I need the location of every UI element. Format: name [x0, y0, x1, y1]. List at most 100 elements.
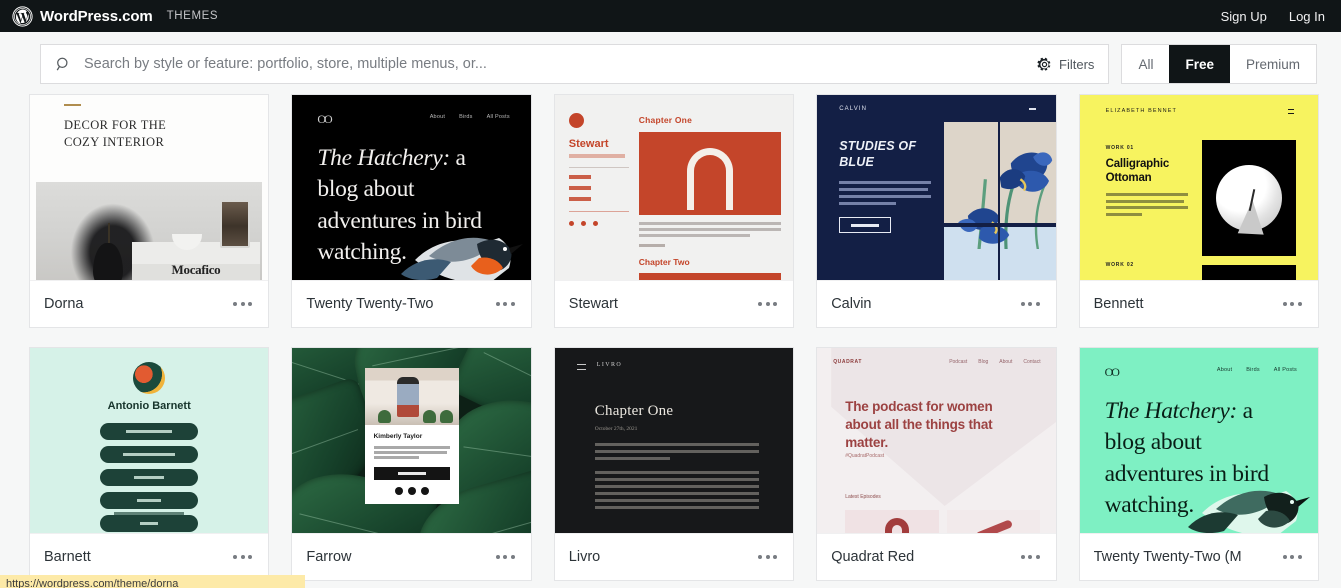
accent-dash — [64, 104, 81, 106]
preview-artwork — [638, 132, 782, 215]
site-name: Stewart — [568, 138, 609, 150]
tier-filter-premium[interactable]: Premium — [1230, 45, 1316, 83]
preview-nav: Podcast Blog About Contact — [949, 359, 1040, 365]
theme-card-livro[interactable]: LIVRO Chapter One October 27th, 2021 Liv… — [553, 347, 795, 581]
ellipsis-icon[interactable] — [756, 549, 779, 565]
preview-heading: Calligraphic Ottoman — [1105, 158, 1170, 185]
ellipsis-icon[interactable] — [1019, 296, 1042, 312]
theme-preview-barnett[interactable]: Antonio Barnett — [30, 348, 269, 533]
filters-button[interactable]: Filters — [1027, 57, 1100, 72]
ellipsis-icon[interactable] — [494, 549, 517, 565]
ellipsis-icon[interactable] — [1019, 549, 1042, 565]
theme-preview-twenty-twenty-two[interactable]: OO About Birds All Posts The Hatchery: a… — [292, 95, 531, 280]
menu-icon — [1028, 108, 1036, 110]
brand-section: THEMES — [166, 10, 219, 22]
preview-heading: STUDIES OF BLUE — [839, 139, 917, 169]
chapter-heading: Chapter One — [638, 115, 693, 125]
card-footer: Dorna — [30, 280, 269, 327]
work-label: WORK 01 — [1105, 145, 1134, 151]
theme-card-quadrat-red[interactable]: QUADRAT Podcast Blog About Contact The p… — [816, 347, 1057, 581]
theme-title: Calvin — [831, 296, 872, 312]
ellipsis-icon[interactable] — [756, 296, 779, 312]
profile-name: Kimberly Taylor — [373, 433, 423, 440]
theme-title: Twenty Twenty-Two — [306, 296, 434, 312]
chapter-heading-2: Chapter Two — [638, 257, 690, 267]
theme-title: Barnett — [44, 549, 91, 565]
card-footer: Twenty Twenty-Two — [292, 280, 531, 327]
theme-card-barnett[interactable]: Antonio Barnett Barnett — [29, 347, 270, 581]
theme-card-bennett[interactable]: ELIZABETH BENNET WORK 01 Calligraphic Ot… — [1078, 94, 1319, 328]
brand-name: WordPress.com — [40, 7, 153, 25]
ellipsis-icon[interactable] — [231, 549, 254, 565]
nav-item: Blog — [978, 359, 989, 365]
masthead: WordPress.com THEMES Sign Up Log In — [0, 0, 1341, 32]
search-box[interactable]: Filters — [40, 44, 1110, 84]
theme-title: Bennett — [1093, 296, 1144, 312]
theme-preview-quadrat-red[interactable]: QUADRAT Podcast Blog About Contact The p… — [817, 348, 1056, 533]
card-footer: Stewart — [554, 280, 794, 327]
theme-card-stewart[interactable]: Stewart Chapter One Chapter Two Stewart — [553, 94, 795, 328]
nav-item: Birds — [459, 114, 473, 120]
search-input[interactable] — [84, 56, 1028, 72]
hero-emphasis: The Hatchery: — [1104, 398, 1238, 424]
nav-item: All Posts — [1273, 367, 1297, 373]
nav-item: Contact — [1023, 359, 1041, 365]
theme-preview-dorna[interactable]: DECOR FOR THE COZY INTERIOR Mocafico — [30, 95, 269, 280]
theme-title: Farrow — [306, 549, 352, 565]
theme-card-calvin[interactable]: CALVIN STUDIES OF BLUE Calvin — [816, 94, 1057, 328]
theme-card-farrow[interactable]: Kimberly Taylor Farrow — [291, 347, 532, 581]
tier-filter-all[interactable]: All — [1122, 45, 1169, 83]
browser-status-bar: https://wordpress.com/theme/dorna — [0, 575, 305, 588]
ellipsis-icon[interactable] — [1281, 296, 1304, 312]
theme-preview-calvin[interactable]: CALVIN STUDIES OF BLUE — [817, 95, 1056, 280]
preview-cta-button — [839, 217, 892, 233]
work-label-2: WORK 02 — [1105, 262, 1134, 268]
preview-card: Kimberly Taylor — [364, 368, 459, 504]
theme-card-dorna[interactable]: DECOR FOR THE COZY INTERIOR Mocafico Dorn… — [29, 94, 270, 328]
site-name: CALVIN — [839, 106, 868, 112]
preview-main: Chapter One Chapter Two — [638, 115, 782, 280]
theme-card-twenty-twenty-two-mint[interactable]: OO About Birds All Posts The Hatchery: a… — [1078, 347, 1319, 581]
log-in-link[interactable]: Log In — [1289, 9, 1325, 24]
site-name: ELIZABETH BENNET — [1105, 108, 1177, 114]
avatar — [133, 362, 166, 394]
book-title: Mocafico — [171, 262, 221, 277]
preview-artwork — [1201, 140, 1296, 256]
nav-item: About — [429, 114, 446, 120]
theme-preview-stewart[interactable]: Stewart Chapter One Chapter Two — [554, 95, 794, 280]
ellipsis-icon[interactable] — [231, 296, 254, 312]
nav-item: Podcast — [949, 359, 968, 365]
episode-thumb — [845, 510, 940, 533]
theme-preview-farrow[interactable]: Kimberly Taylor — [292, 348, 531, 533]
brand[interactable]: WordPress.com THEMES — [12, 5, 219, 27]
nav-item: About — [999, 359, 1013, 365]
ellipsis-icon[interactable] — [1281, 549, 1304, 565]
preview-artwork — [944, 122, 1056, 280]
profile-name: Antonio Barnett — [107, 400, 191, 412]
card-footer: Barnett — [30, 533, 269, 580]
tier-filter-free[interactable]: Free — [1169, 45, 1230, 83]
theme-preview-twenty-twenty-two-mint[interactable]: OO About Birds All Posts The Hatchery: a… — [1079, 348, 1318, 533]
episode-thumb — [947, 510, 1040, 533]
sign-up-link[interactable]: Sign Up — [1221, 9, 1267, 24]
ellipsis-icon[interactable] — [494, 296, 517, 312]
nav-item: Birds — [1246, 367, 1260, 373]
wordpress-logo-icon — [12, 5, 33, 27]
menu-icon — [1287, 109, 1294, 114]
nav-item: About — [1216, 367, 1233, 373]
theme-preview-livro[interactable]: LIVRO Chapter One October 27th, 2021 — [554, 348, 794, 533]
post-date: October 27th, 2021 — [594, 426, 638, 432]
preview-photo: Mocafico — [36, 182, 263, 280]
hashtag: #QuadratPodcast — [845, 453, 885, 459]
theme-card-twenty-twenty-two[interactable]: OO About Birds All Posts The Hatchery: a… — [291, 94, 532, 328]
hero-emphasis: The Hatchery: — [317, 145, 450, 171]
theme-preview-bennett[interactable]: ELIZABETH BENNET WORK 01 Calligraphic Ot… — [1079, 95, 1318, 280]
filters-label: Filters — [1059, 56, 1095, 72]
preview-heading: DECOR FOR THE COZY INTERIOR — [64, 118, 167, 149]
chapter-heading: Chapter One — [594, 403, 674, 419]
masthead-actions: Sign Up Log In — [1221, 9, 1325, 24]
nav-item: All Posts — [486, 114, 510, 120]
search-icon — [56, 57, 68, 70]
preview-sidebar: Stewart — [555, 95, 639, 280]
card-footer: Quadrat Red — [817, 533, 1056, 580]
